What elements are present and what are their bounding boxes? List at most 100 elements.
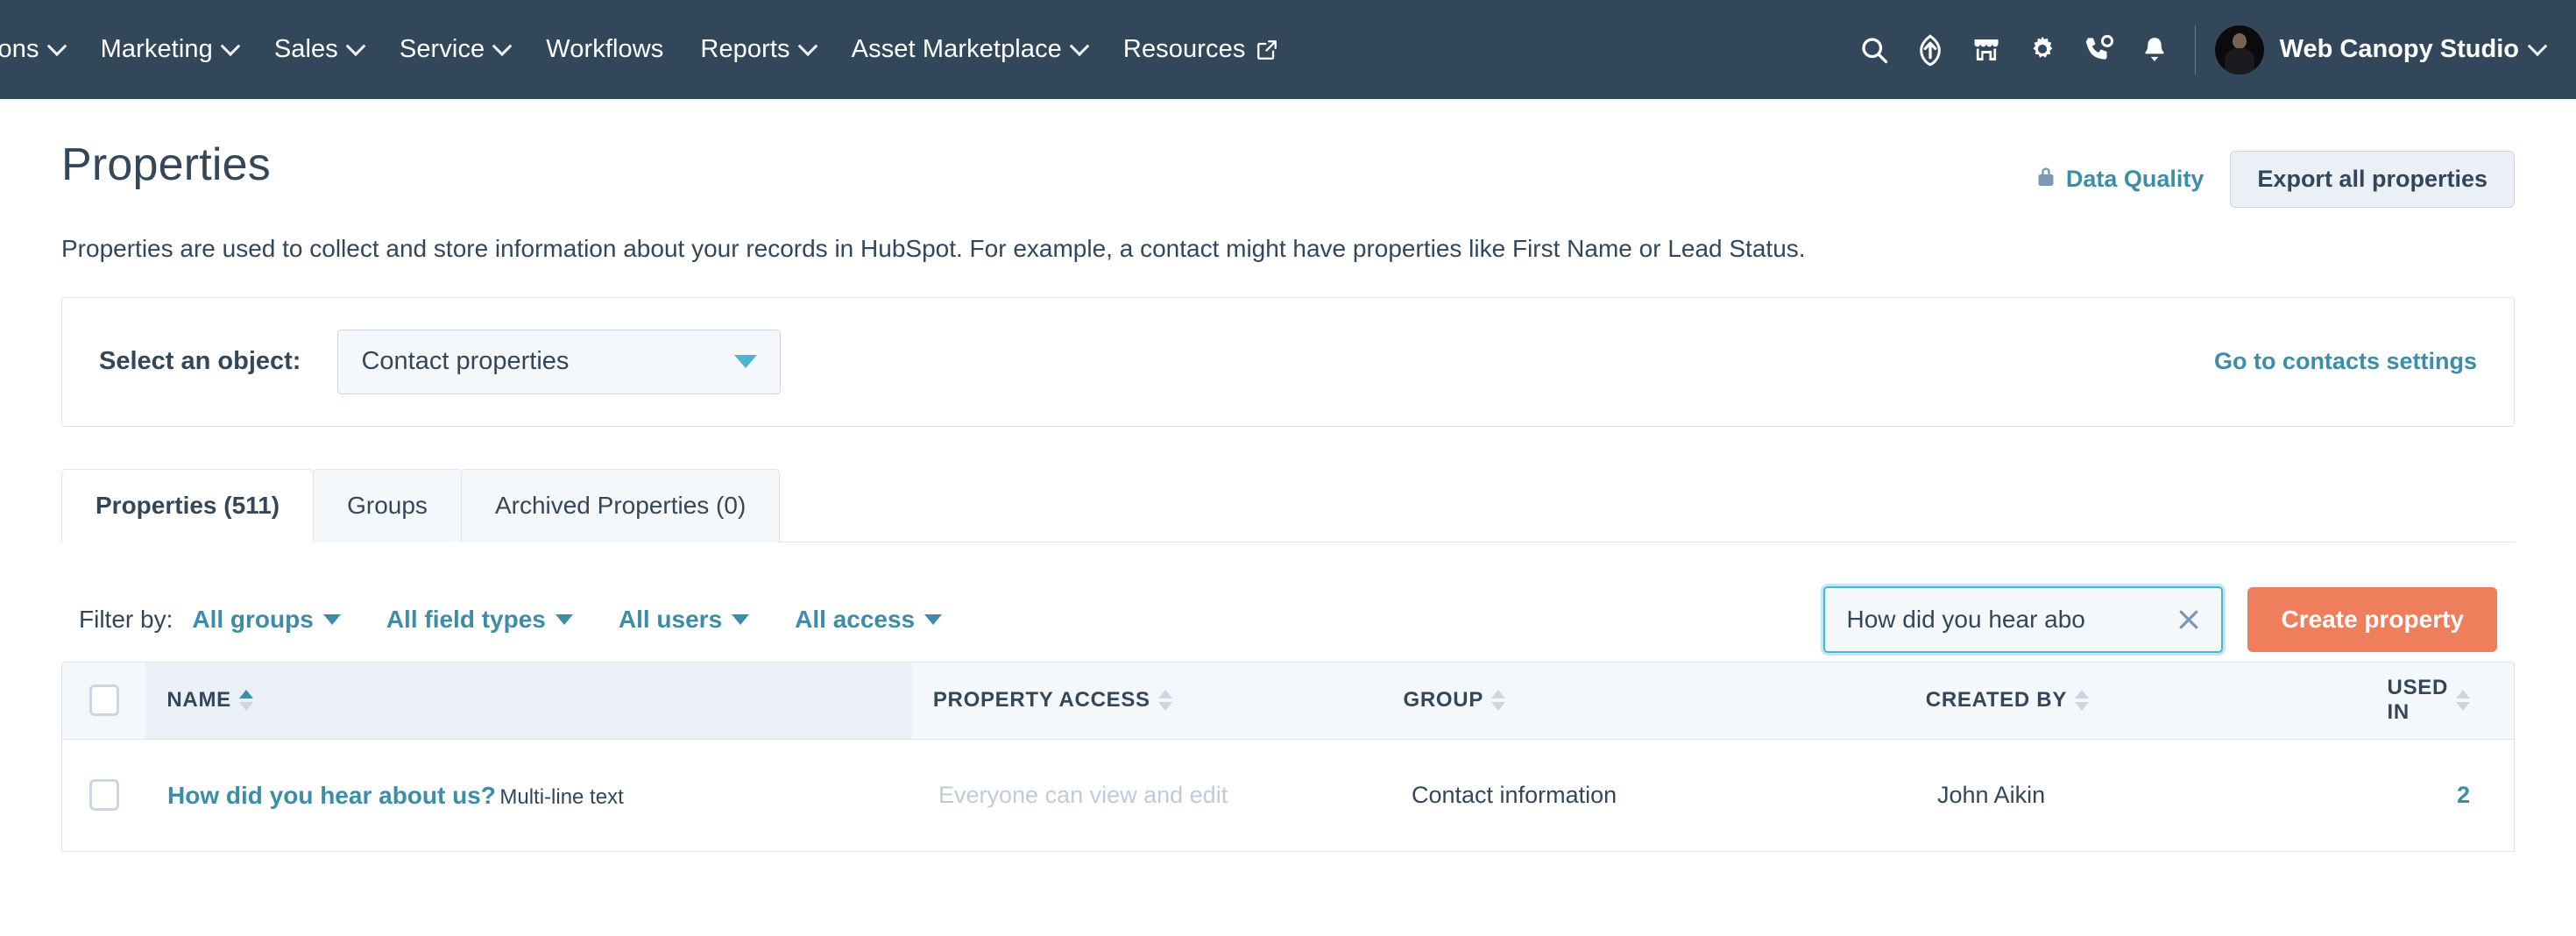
select-all-header-cell (62, 663, 145, 739)
nav-item-workflows[interactable]: Workflows (527, 35, 682, 64)
properties-table: NAME PROPERTY ACCESS GROUP (61, 662, 2515, 852)
calling-icon[interactable] (2070, 22, 2127, 78)
sort-arrows-icon[interactable] (2075, 690, 2089, 711)
account-menu[interactable]: Web Canopy Studio (2280, 35, 2544, 64)
column-header-used-in[interactable]: USED IN (2367, 663, 2514, 739)
column-header-group[interactable]: GROUP (1383, 663, 1905, 739)
filter-label-text: All groups (192, 606, 313, 634)
chevron-down-icon (556, 614, 573, 625)
marketplace-icon[interactable] (1958, 22, 2014, 78)
property-field-type: Multi-line text (499, 785, 623, 809)
column-header-created-by[interactable]: CREATED BY (1905, 663, 2367, 739)
chevron-down-icon (924, 614, 942, 625)
filter-all-groups[interactable]: All groups (192, 606, 340, 634)
sort-arrows-icon[interactable] (2456, 690, 2470, 711)
nav-item-reports[interactable]: Reports (682, 35, 832, 64)
row-checkbox[interactable] (89, 779, 119, 811)
search-input[interactable] (1846, 606, 2176, 634)
table-row[interactable]: How did you hear about us? Multi-line te… (62, 740, 2514, 852)
object-type-selected-value: Contact properties (361, 347, 569, 376)
chevron-down-icon (1070, 36, 1090, 56)
filter-by-label: Filter by: (79, 606, 173, 634)
tab-label: Properties (511) (96, 492, 280, 520)
column-header-label: NAME (166, 688, 230, 713)
filter-all-users[interactable]: All users (619, 606, 749, 634)
row-property-access-cell: Everyone can view and edit (917, 740, 1391, 851)
select-all-checkbox[interactable] (89, 684, 119, 716)
nav-item-asset-marketplace[interactable]: Asset Marketplace (833, 35, 1105, 64)
nav-item-resources[interactable]: Resources (1105, 35, 1298, 64)
nav-item-truncated[interactable]: ions (0, 35, 82, 64)
tabs-container: Properties (511) Groups Archived Propert… (61, 469, 2515, 542)
property-created-by-value: John Aikin (1937, 782, 2045, 809)
create-property-button[interactable]: Create property (2247, 587, 2497, 652)
data-quality-link[interactable]: Data Quality (2035, 165, 2204, 194)
close-icon[interactable] (2176, 606, 2202, 633)
select-object-card: Select an object: Contact properties Go … (61, 297, 2515, 427)
select-object-label: Select an object: (99, 347, 301, 376)
go-to-contacts-settings-link[interactable]: Go to contacts settings (2214, 348, 2477, 375)
nav-item-label: Reports (700, 35, 789, 64)
chevron-down-icon (323, 614, 341, 625)
nav-item-label: Asset Marketplace (852, 35, 1062, 64)
nav-item-label: Resources (1123, 35, 1246, 64)
column-header-label: PROPERTY ACCESS (933, 688, 1150, 713)
upgrade-icon[interactable] (1902, 22, 1958, 78)
nav-item-service[interactable]: Service (381, 35, 527, 64)
column-header-label: CREATED BY (1926, 688, 2067, 713)
row-used-in-cell: 2 (2381, 740, 2514, 851)
nav-divider (2195, 25, 2196, 74)
sort-arrows-icon[interactable] (239, 690, 253, 711)
filter-all-field-types[interactable]: All field types (386, 606, 573, 634)
tab-list: Properties (511) Groups Archived Propert… (61, 469, 2515, 542)
search-icon[interactable] (1846, 22, 1902, 78)
property-name-link[interactable]: How did you hear about us? (167, 782, 496, 809)
property-group-value: Contact information (1412, 782, 1617, 809)
chevron-down-icon (732, 614, 749, 625)
page-description: Properties are used to collect and store… (61, 232, 2515, 266)
export-all-properties-button[interactable]: Export all properties (2230, 151, 2515, 208)
column-header-property-access[interactable]: PROPERTY ACCESS (912, 663, 1383, 739)
nav-item-label: Service (400, 35, 485, 64)
nav-item-label: Marketing (101, 35, 213, 64)
account-name-label: Web Canopy Studio (2280, 35, 2519, 64)
filter-bar: Filter by: All groups All field types Al… (61, 586, 2515, 653)
nav-item-label: Sales (274, 35, 338, 64)
notifications-icon[interactable] (2127, 22, 2183, 78)
row-group-cell: Contact information (1391, 740, 1916, 851)
data-quality-label: Data Quality (2066, 166, 2204, 193)
row-created-by-cell: John Aikin (1916, 740, 2381, 851)
avatar[interactable] (2215, 25, 2264, 74)
tab-label: Groups (347, 492, 428, 520)
tab-groups[interactable]: Groups (313, 469, 462, 542)
chevron-down-icon (46, 36, 67, 56)
column-header-label: USED IN (2388, 676, 2448, 725)
gear-icon[interactable] (2014, 22, 2070, 78)
chevron-down-icon (492, 36, 513, 56)
chevron-down-icon (734, 355, 757, 368)
tab-archived-properties[interactable]: Archived Properties (0) (461, 469, 780, 542)
sort-arrows-icon[interactable] (1158, 690, 1172, 711)
page-header-actions: Data Quality Export all properties (2035, 138, 2515, 208)
row-select-cell (62, 740, 146, 851)
property-used-in-link[interactable]: 2 (2457, 782, 2470, 809)
chevron-down-icon (221, 36, 241, 56)
property-access-value: Everyone can view and edit (938, 782, 1228, 809)
tab-properties[interactable]: Properties (511) (61, 469, 314, 542)
nav-item-sales[interactable]: Sales (256, 35, 381, 64)
nav-item-marketing[interactable]: Marketing (82, 35, 256, 64)
page-title: Properties (61, 138, 271, 191)
external-link-icon (1256, 39, 1278, 61)
column-header-name[interactable]: NAME (145, 663, 911, 739)
sort-arrows-icon[interactable] (1491, 690, 1505, 711)
filter-all-access[interactable]: All access (795, 606, 942, 634)
filter-label-text: All field types (386, 606, 546, 634)
search-box[interactable] (1823, 586, 2223, 653)
page-content: Properties Data Quality Export all prope… (0, 99, 2576, 852)
table-header-row: NAME PROPERTY ACCESS GROUP (62, 663, 2514, 740)
column-header-label: GROUP (1404, 688, 1484, 713)
row-name-cell: How did you hear about us? Multi-line te… (146, 740, 917, 851)
object-type-dropdown[interactable]: Contact properties (337, 330, 781, 394)
filter-bar-right: Create property (1823, 586, 2497, 653)
nav-item-label: ions (0, 35, 39, 64)
